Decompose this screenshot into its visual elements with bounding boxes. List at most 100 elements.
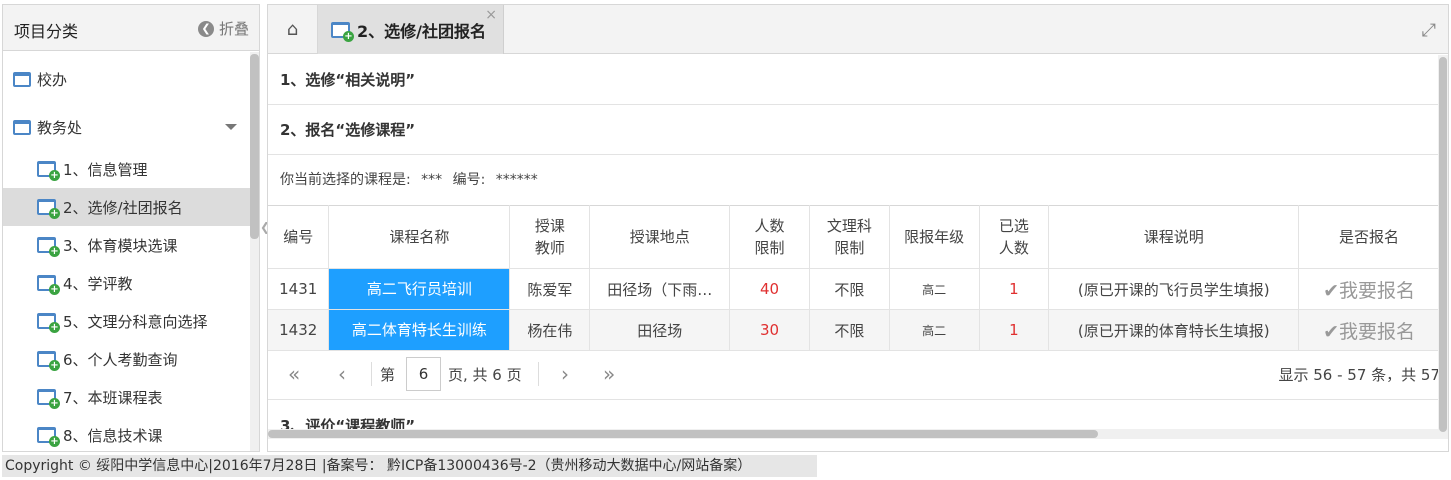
window-add-icon	[37, 389, 60, 409]
tab-home[interactable]: ⌂	[268, 5, 318, 54]
horizontal-scroll-thumb[interactable]	[268, 430, 1098, 438]
sidebar-menu: 校办 教务处 1、信息管理 2、选修/社团报名 3、体育模块选课 4、学	[3, 52, 259, 451]
menu-group-label: 校办	[37, 70, 68, 89]
sidebar-item-label: 8、信息技术课	[63, 426, 163, 445]
cell-desc: (原已开课的体育特长生填报)	[1048, 309, 1300, 351]
cell-location: 田径场（下雨…	[589, 268, 731, 310]
sidebar-item-label: 4、学评教	[63, 274, 133, 293]
sidebar-item-attendance[interactable]: 6、个人考勤查询	[3, 340, 251, 378]
sidebar-item-class-schedule[interactable]: 7、本班课程表	[3, 378, 251, 416]
sidebar-item-track-choice[interactable]: 5、文理分科意向选择	[3, 302, 251, 340]
section-elective-signup[interactable]: 2、报名“选修课程”	[268, 105, 1438, 155]
check-icon: ✔	[1323, 279, 1339, 302]
page-prefix: 第	[380, 366, 396, 384]
chevron-left-icon: ❮	[197, 20, 214, 37]
window-add-icon	[37, 427, 60, 447]
window-add-icon	[37, 313, 60, 333]
col-header-teacher: 授课 教师	[509, 205, 591, 269]
col-header-track: 文理科 限制	[809, 205, 890, 269]
check-icon: ✔	[1323, 320, 1339, 343]
page-suffix: 页, 共 6 页	[448, 366, 522, 384]
next-page-button[interactable]: ›	[561, 362, 569, 386]
content-area: 1、选修“相关说明” 2、报名“选修课程” 你当前选择的课程是: *** 编号:…	[268, 55, 1438, 439]
cell-teacher: 陈爱军	[509, 268, 591, 310]
section-elective-notes[interactable]: 1、选修“相关说明”	[268, 55, 1438, 105]
cell-location: 田径场	[589, 309, 731, 351]
table-row: 1431 高二飞行员培训 陈爱军 田径场（下雨… 40 不限 高二 1 (原已开…	[268, 268, 1438, 310]
sidebar-title: 项目分类	[14, 22, 79, 41]
table-row: 1432 高二体育特长生训练 杨在伟 田径场 30 不限 高二 1 (原已开课的…	[268, 309, 1438, 351]
pager-divider	[538, 362, 539, 386]
selection-prefix: 你当前选择的课程是:	[280, 172, 411, 188]
cell-desc: (原已开课的飞行员学生填报)	[1048, 268, 1300, 310]
cell-id: 1432	[268, 309, 330, 351]
course-name-button[interactable]: 高二体育特长生训练	[329, 310, 509, 350]
col-header-location: 授课地点	[589, 205, 731, 269]
window-icon	[13, 71, 31, 87]
cell-track: 不限	[809, 309, 890, 351]
sidebar-item-pe-module[interactable]: 3、体育模块选课	[3, 226, 251, 264]
main-panel: ⌂ 2、选修/社团报名 × ⤢ 1、选修“相关说明” 2、报名“选修课程” 你当…	[267, 4, 1449, 452]
cell-enrolled: 1	[979, 309, 1050, 351]
tab-bar: ⌂ 2、选修/社团报名 × ⤢	[268, 5, 1448, 54]
tab-label: 2、选修/社团报名	[357, 21, 486, 41]
sidebar-item-label: 1、信息管理	[63, 160, 148, 179]
cell-grade: 高二	[889, 309, 980, 351]
selection-code: ******	[495, 172, 538, 188]
current-selection: 你当前选择的课程是: *** 编号: ******	[280, 169, 544, 189]
collapse-label: 折叠	[218, 20, 249, 38]
sidebar-item-it-course[interactable]: 8、信息技术课	[3, 416, 251, 451]
footer-copyright: Copyright © 绥阳中学信息中心|2016年7月28日 |备案号： 黔I…	[2, 455, 817, 477]
sidebar-item-teacher-eval[interactable]: 4、学评教	[3, 264, 251, 302]
caret-down-icon	[225, 124, 237, 130]
page-number-input[interactable]	[406, 357, 441, 391]
signup-label: 我要报名	[1339, 320, 1416, 343]
pager-divider	[371, 362, 372, 386]
menu-group-xiaoban[interactable]: 校办	[3, 55, 259, 103]
menu-group-jiaowuchu[interactable]: 教务处	[3, 103, 259, 151]
home-icon: ⌂	[286, 19, 299, 40]
vertical-scrollbar[interactable]	[1438, 55, 1448, 439]
col-header-desc: 课程说明	[1048, 205, 1300, 269]
sidebar-item-info-manage[interactable]: 1、信息管理	[3, 150, 251, 188]
first-page-button[interactable]: «	[288, 362, 300, 386]
col-header-signup: 是否报名	[1298, 205, 1438, 269]
tab-elective-signup[interactable]: 2、选修/社团报名 ×	[318, 5, 504, 54]
sidebar-header: 项目分类 ❮ 折叠	[3, 5, 259, 51]
sidebar-scrollbar[interactable]	[250, 52, 259, 451]
sidebar-item-elective-signup[interactable]: 2、选修/社团报名	[3, 188, 251, 226]
fullscreen-icon[interactable]: ⤢	[1422, 20, 1436, 41]
sidebar-item-label: 3、体育模块选课	[63, 236, 178, 255]
signup-button[interactable]: ✔我要报名	[1298, 309, 1438, 351]
sidebar-item-label: 6、个人考勤查询	[63, 350, 178, 369]
horizontal-scrollbar[interactable]	[268, 429, 1438, 439]
close-icon[interactable]: ×	[485, 7, 497, 23]
collapse-button[interactable]: ❮ 折叠	[197, 18, 249, 39]
last-page-button[interactable]: »	[603, 362, 615, 386]
cell-enrolled: 1	[979, 268, 1050, 310]
vertical-scroll-thumb[interactable]	[1439, 57, 1447, 432]
selection-course: ***	[421, 172, 443, 188]
pager-summary: 显示 56 - 57 条，共 57	[1278, 366, 1438, 384]
sidebar: 项目分类 ❮ 折叠 校办 教务处 1、信息管理 2、选修/社团报名	[2, 4, 260, 452]
window-add-icon	[37, 351, 60, 371]
prev-page-button[interactable]: ‹	[338, 362, 346, 386]
window-add-icon	[37, 199, 60, 219]
col-header-enrolled: 已选 人数	[979, 205, 1050, 269]
window-add-icon	[331, 21, 354, 42]
sidebar-item-label: 7、本班课程表	[63, 388, 163, 407]
cell-limit: 40	[729, 268, 810, 310]
sidebar-item-label: 2、选修/社团报名	[63, 198, 183, 217]
course-name-button[interactable]: 高二飞行员培训	[329, 269, 509, 309]
sidebar-scroll-thumb[interactable]	[250, 54, 259, 239]
cell-teacher: 杨在伟	[509, 309, 591, 351]
cell-id: 1431	[268, 268, 330, 310]
menu-group-label: 教务处	[37, 118, 83, 137]
signup-button[interactable]: ✔我要报名	[1298, 268, 1438, 310]
signup-label: 我要报名	[1339, 279, 1416, 302]
col-header-limit: 人数 限制	[729, 205, 810, 269]
col-header-grade: 限报年级	[889, 205, 980, 269]
cell-name: 高二飞行员培训	[328, 268, 511, 310]
col-header-id: 编号	[268, 205, 330, 269]
table-header-row: 编号 课程名称 授课 教师 授课地点 人数 限制 文理科 限制 限报年级 已选 人数 课…	[268, 205, 1438, 269]
